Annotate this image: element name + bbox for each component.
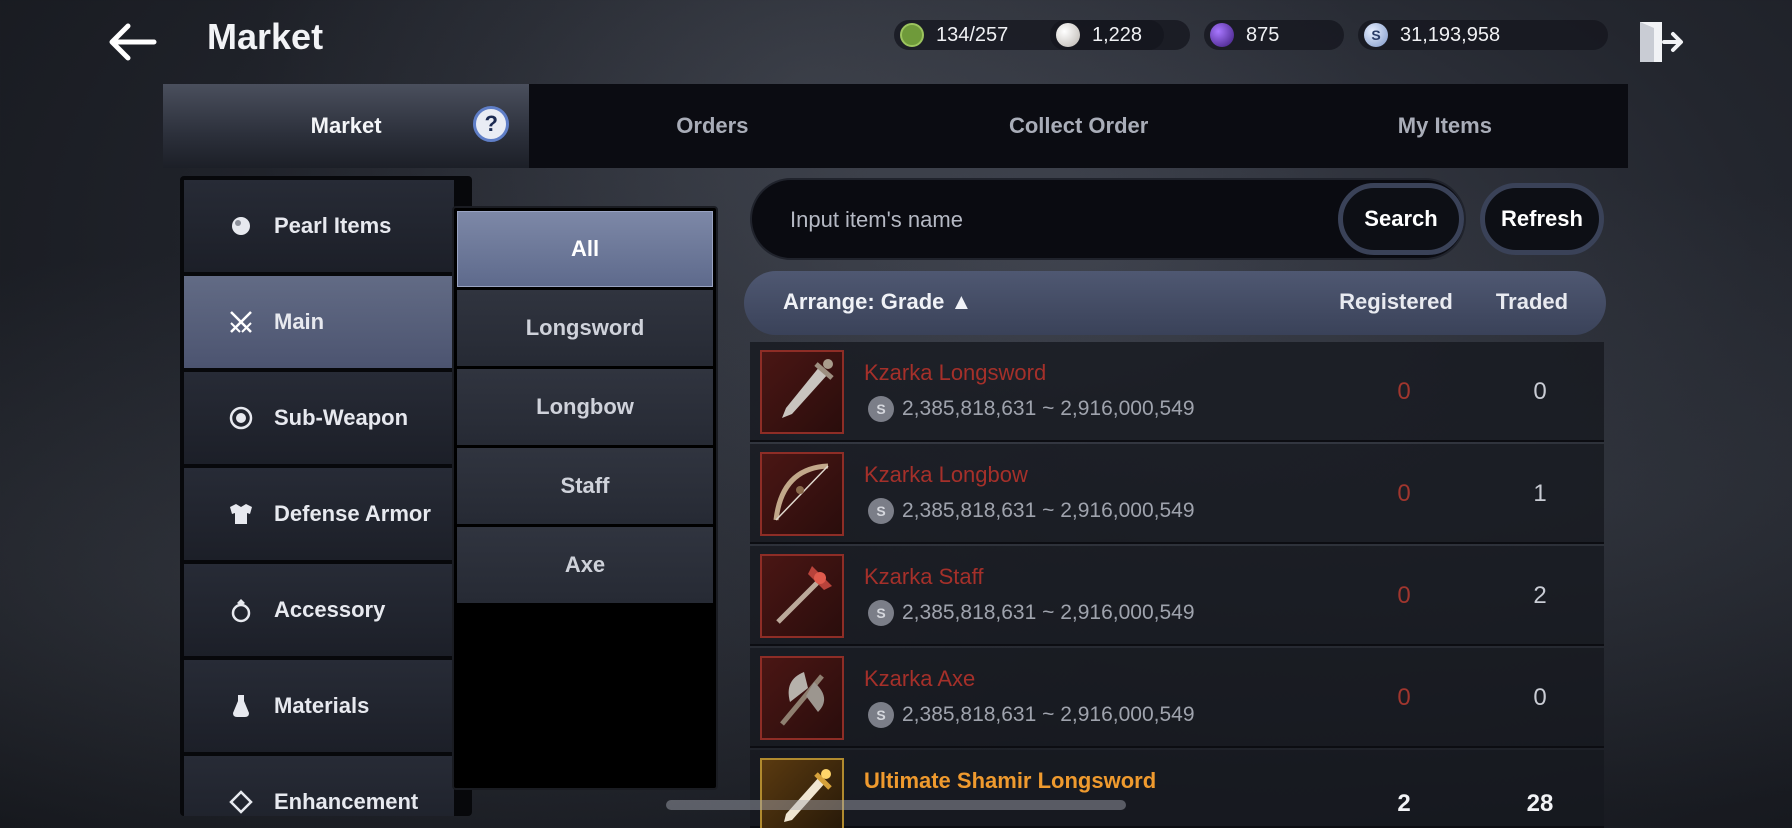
item-registered-count: 0: [1397, 582, 1411, 609]
item-traded-count: 0: [1533, 378, 1547, 405]
main-tab-bar: Market ? Orders Collect Order My Items: [163, 84, 1628, 168]
tab-my-items-label: My Items: [1397, 113, 1492, 138]
silver-coin-icon: S: [868, 498, 894, 524]
black-pearl-icon: [1210, 23, 1234, 47]
tab-market[interactable]: Market ?: [163, 84, 530, 168]
arrow-left-icon: [109, 23, 157, 61]
staff-icon: [760, 554, 844, 638]
item-name: Kzarka Axe: [864, 666, 976, 691]
item-price-range: 2,385,818,631 ~ 2,916,000,549: [902, 397, 1195, 420]
help-icon[interactable]: ?: [473, 106, 510, 142]
item-row[interactable]: Ultimate Shamir Longsword 2 28: [750, 750, 1604, 828]
silver-coin-icon: S: [868, 600, 894, 626]
search-input[interactable]: [790, 200, 1310, 240]
pearl-counter: 1,228: [1050, 20, 1190, 50]
item-traded-count: 2: [1533, 582, 1547, 609]
pearl-value: 1,228: [1092, 23, 1143, 46]
subcategory-longsword[interactable]: Longsword: [457, 290, 713, 366]
energy-icon: [900, 23, 924, 47]
category-label: Pearl Items: [274, 213, 392, 238]
item-registered-count: 0: [1397, 480, 1411, 507]
item-price-range: 2,385,818,631 ~ 2,916,000,549: [902, 601, 1195, 624]
silver-value: 31,193,958: [1400, 23, 1501, 46]
item-registered-count: 0: [1397, 378, 1411, 405]
potion-icon: [228, 693, 254, 719]
item-name: Kzarka Staff: [864, 564, 984, 589]
exit-button[interactable]: [1634, 18, 1684, 66]
page-title: Market: [207, 16, 324, 57]
back-button[interactable]: [104, 18, 160, 66]
item-registered-count: 0: [1397, 684, 1411, 711]
black-pearl-value: 875: [1246, 23, 1280, 46]
silver-counter: S 31,193,958: [1358, 20, 1608, 50]
home-indicator: [666, 800, 1126, 810]
category-pearl-items[interactable]: Pearl Items: [184, 180, 454, 272]
subcategory-list: All Longsword Longbow Staff Axe: [452, 206, 718, 790]
category-label: Defense Armor: [274, 501, 431, 526]
category-label: Main: [274, 309, 325, 334]
subcategory-axe[interactable]: Axe: [457, 527, 713, 603]
item-name: Kzarka Longbow: [864, 462, 1028, 487]
exit-door-icon: [1640, 22, 1683, 62]
black-pearl-counter: 875: [1204, 20, 1344, 50]
item-row[interactable]: Kzarka Staff S 2,385,818,631 ~ 2,916,000…: [750, 546, 1604, 646]
registered-column-header: Registered: [1339, 289, 1453, 314]
armor-icon: [228, 501, 254, 527]
item-traded-count: 1: [1533, 480, 1547, 507]
category-sub-weapon[interactable]: Sub-Weapon: [184, 372, 454, 464]
subcategory-staff[interactable]: Staff: [457, 448, 713, 524]
refresh-button[interactable]: Refresh: [1480, 183, 1604, 255]
item-row[interactable]: Kzarka Axe S 2,385,818,631 ~ 2,916,000,5…: [750, 648, 1604, 748]
item-name: Kzarka Longsword: [864, 360, 1047, 385]
category-list: Pearl Items Main Sub-Weapon Defense Armo…: [180, 176, 472, 816]
category-defense-armor[interactable]: Defense Armor: [184, 468, 454, 560]
subcategory-all[interactable]: All: [457, 211, 713, 287]
tab-orders[interactable]: Orders: [529, 84, 895, 168]
category-label: Enhancement: [274, 789, 419, 814]
tab-my-items[interactable]: My Items: [1262, 84, 1628, 168]
item-name: Ultimate Shamir Longsword: [864, 768, 1157, 793]
silver-coin-icon: S: [868, 702, 894, 728]
category-label: Materials: [274, 693, 370, 718]
longsword-icon: [760, 758, 844, 828]
category-materials[interactable]: Materials: [184, 660, 454, 752]
category-accessory[interactable]: Accessory: [184, 564, 454, 656]
item-row[interactable]: Kzarka Longsword S 2,385,818,631 ~ 2,916…: [750, 342, 1604, 442]
longsword-icon: [760, 350, 844, 434]
tab-collect-order-label: Collect Order: [1008, 113, 1149, 138]
longbow-icon: [760, 452, 844, 536]
category-label: Accessory: [274, 597, 386, 622]
silver-icon: S: [1364, 23, 1388, 47]
tab-orders-label: Orders: [676, 113, 749, 138]
item-registered-count: 2: [1397, 790, 1411, 817]
crossed-swords-icon: [228, 309, 254, 335]
search-button[interactable]: Search: [1338, 183, 1464, 255]
enhancement-icon: [228, 789, 254, 815]
item-traded-count: 0: [1533, 684, 1547, 711]
energy-value: 134/257: [936, 23, 1009, 46]
category-enhancement[interactable]: Enhancement: [184, 756, 454, 816]
pearl-icon: [1056, 23, 1080, 47]
pearl-items-icon: [228, 213, 254, 239]
tab-market-label: Market: [310, 113, 382, 138]
subcategory-longbow[interactable]: Longbow: [457, 369, 713, 445]
list-header: Arrange: Grade ▲ Registered Traded: [744, 271, 1606, 335]
ring-icon: [228, 597, 254, 623]
item-traded-count: 28: [1526, 790, 1554, 817]
traded-column-header: Traded: [1495, 289, 1569, 314]
item-row[interactable]: Kzarka Longbow S 2,385,818,631 ~ 2,916,0…: [750, 444, 1604, 544]
tab-collect-order[interactable]: Collect Order: [896, 84, 1262, 168]
category-label: Sub-Weapon: [274, 405, 409, 430]
axe-icon: [760, 656, 844, 740]
silver-coin-icon: S: [868, 396, 894, 422]
item-price-range: 2,385,818,631 ~ 2,916,000,549: [902, 499, 1195, 522]
sub-weapon-icon: [228, 405, 254, 431]
item-price-range: 2,385,818,631 ~ 2,916,000,549: [902, 703, 1195, 726]
category-main[interactable]: Main: [184, 276, 454, 368]
arrange-sort-button[interactable]: Arrange: Grade ▲: [783, 289, 972, 315]
